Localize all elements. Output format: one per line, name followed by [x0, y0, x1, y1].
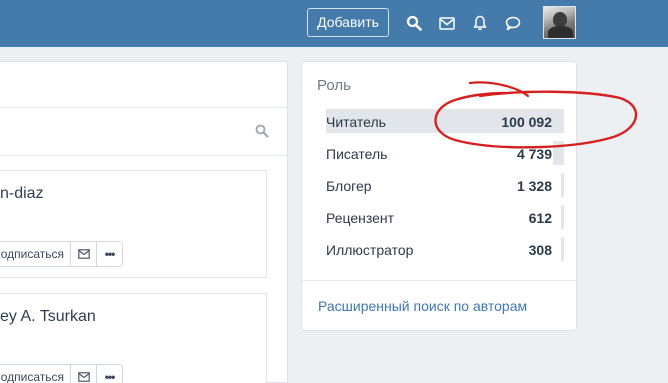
role-share-bar [553, 141, 564, 165]
subscribe-button[interactable]: одписаться [0, 364, 71, 383]
role-item-writer[interactable]: Писатель 4 739 [326, 141, 564, 165]
top-navigation-bar: Добавить [0, 0, 668, 47]
search-field[interactable] [0, 107, 287, 156]
author-card: n-diaz одписаться ••• [0, 170, 267, 278]
user-avatar[interactable] [543, 6, 576, 39]
author-name[interactable]: ey A. Tsurkan [0, 308, 96, 326]
search-icon[interactable] [255, 124, 269, 143]
chat-icon[interactable] [503, 13, 523, 33]
role-label: Писатель [326, 146, 388, 162]
divider [302, 280, 576, 281]
mail-icon[interactable] [437, 13, 457, 33]
mail-icon [77, 372, 90, 382]
author-name[interactable]: n-diaz [0, 185, 44, 203]
role-label: Рецензент [326, 210, 395, 226]
search-icon[interactable] [404, 13, 424, 33]
bell-icon[interactable] [470, 13, 490, 33]
role-count: 308 [528, 242, 552, 258]
role-label: Иллюстратор [326, 242, 414, 258]
more-button[interactable]: ••• [96, 364, 123, 383]
role-count: 1 328 [516, 178, 552, 194]
mail-icon [77, 249, 90, 259]
role-count: 612 [528, 210, 552, 226]
role-label: Читатель [326, 114, 386, 130]
author-card: ey A. Tsurkan одписаться ••• [0, 293, 267, 383]
role-panel-title: Роль [317, 77, 351, 94]
subscribe-button[interactable]: одписаться [0, 241, 71, 267]
role-share-bar [561, 173, 564, 197]
message-button[interactable] [70, 364, 97, 383]
more-button[interactable]: ••• [96, 241, 123, 267]
message-button[interactable] [70, 241, 97, 267]
role-count: 4 739 [516, 146, 552, 162]
role-item-reviewer[interactable]: Рецензент 612 [326, 205, 564, 229]
advanced-author-search-link[interactable]: Расширенный поиск по авторам [318, 298, 527, 314]
role-filter-panel: Роль Читатель 100 092 Писатель 4 739 Бло… [301, 61, 577, 331]
role-item-reader[interactable]: Читатель 100 092 [326, 109, 564, 133]
add-button[interactable]: Добавить [307, 8, 389, 37]
role-item-blogger[interactable]: Блогер 1 328 [326, 173, 564, 197]
role-item-illustrator[interactable]: Иллюстратор 308 [326, 237, 564, 261]
role-label: Блогер [326, 178, 372, 194]
role-share-bar [561, 237, 564, 261]
role-share-bar [561, 205, 564, 229]
role-count: 100 092 [501, 114, 552, 130]
